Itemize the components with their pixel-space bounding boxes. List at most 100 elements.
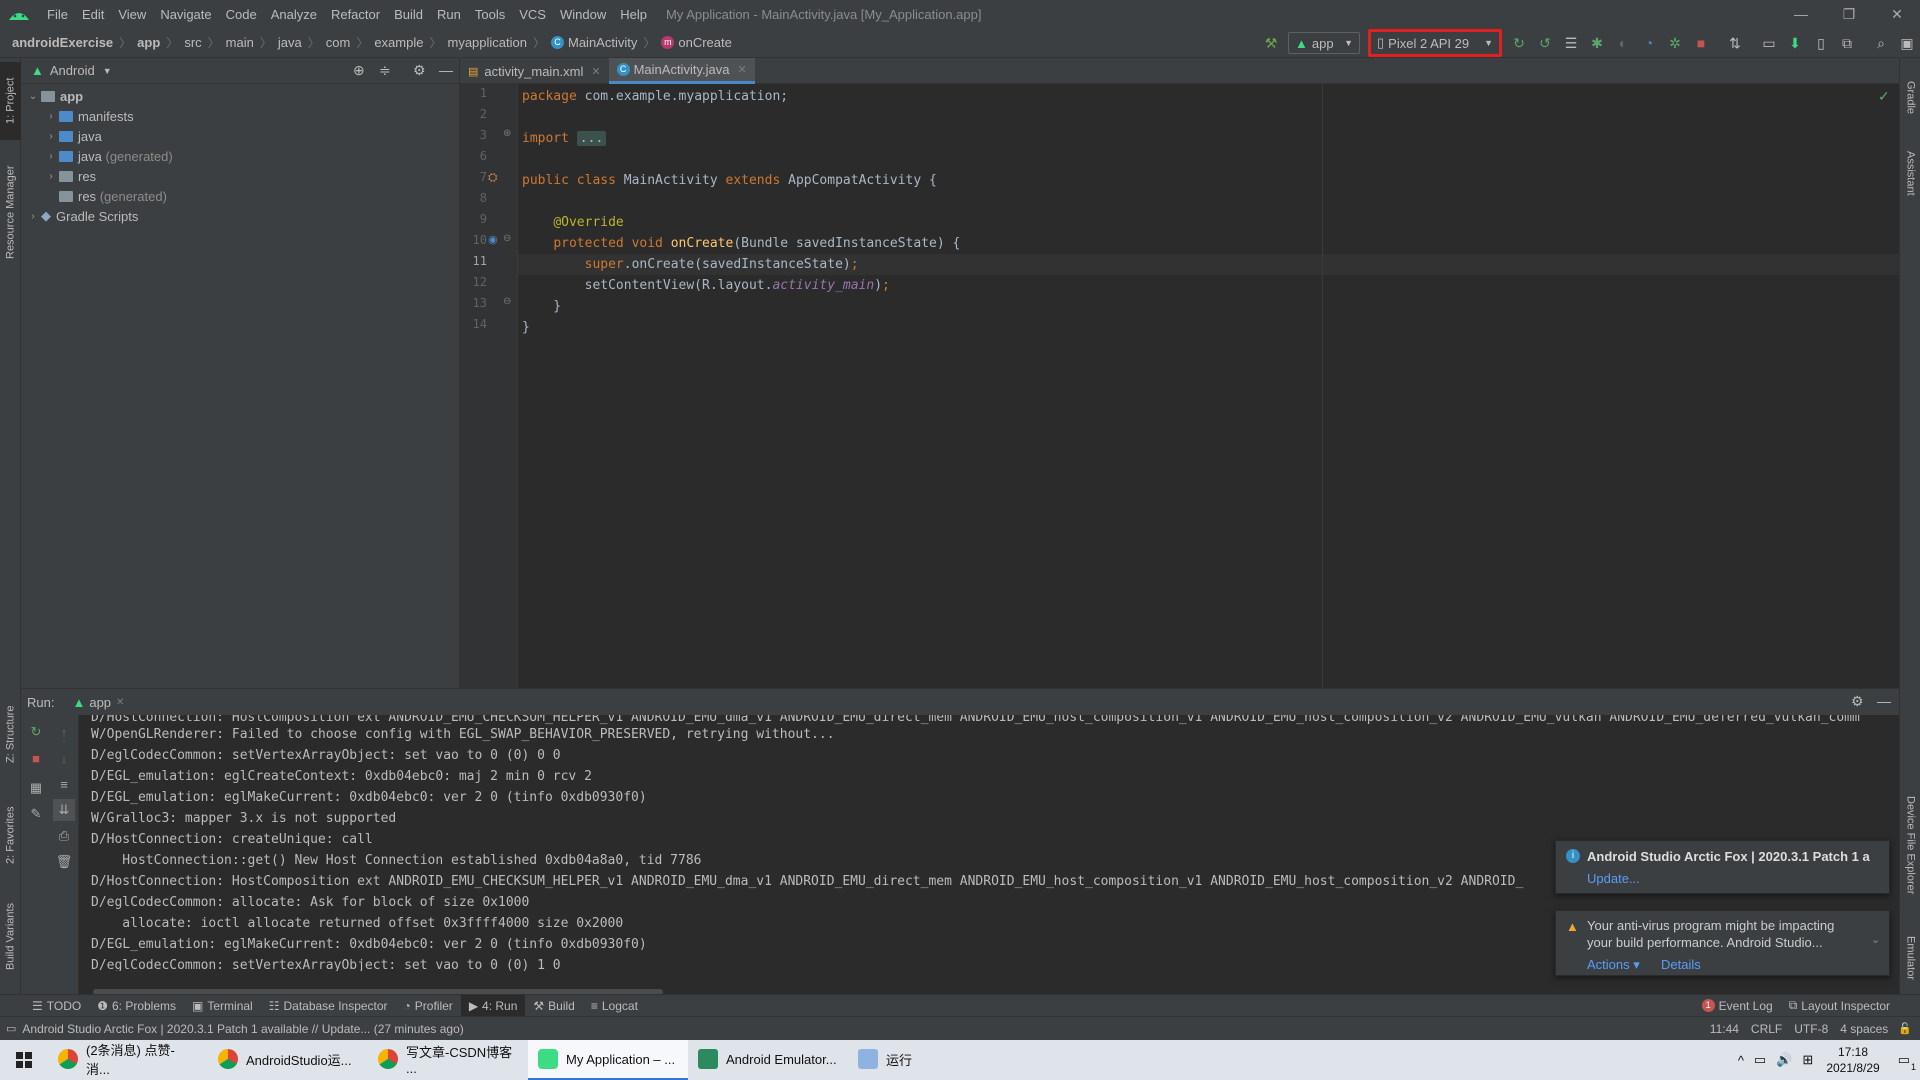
- apply-changes-icon[interactable]: ☰: [1558, 30, 1584, 56]
- taskbar-chrome-1[interactable]: (2条消息) 点赞-消...: [48, 1040, 208, 1080]
- device-selector[interactable]: ▯ Pixel 2 API 29 ▼: [1368, 29, 1502, 57]
- breadcrumb-class[interactable]: C MainActivity: [548, 35, 640, 50]
- tab-terminal[interactable]: ▣ Terminal: [184, 995, 261, 1017]
- ime-icon[interactable]: ⊞: [1797, 1052, 1818, 1068]
- toggle-tool-windows-icon[interactable]: ▭: [6, 1022, 16, 1035]
- android-activity-gutter-icon[interactable]: ⛭: [488, 170, 498, 185]
- tab-mainactivity-java[interactable]: C MainActivity.java ✕: [608, 58, 755, 84]
- taskbar-chrome-2[interactable]: AndroidStudio运...: [208, 1040, 368, 1080]
- menu-run[interactable]: Run: [430, 7, 468, 22]
- apply-code-changes-icon[interactable]: ↺: [1532, 30, 1558, 56]
- fold-icon[interactable]: ⊖: [503, 296, 511, 307]
- breadcrumb-src[interactable]: src: [181, 35, 204, 50]
- tab-run[interactable]: ▶ 4: Run: [460, 994, 526, 1017]
- tab-emulator[interactable]: Emulator: [1900, 918, 1920, 998]
- stop-icon[interactable]: ■: [1688, 30, 1714, 56]
- trash-icon[interactable]: 🗑: [53, 851, 75, 873]
- fold-icon[interactable]: ⊖: [503, 233, 511, 244]
- menu-tools[interactable]: Tools: [468, 7, 512, 22]
- sdk-manager-icon[interactable]: ⬇: [1782, 30, 1808, 56]
- coverage-icon[interactable]: ◐: [1610, 30, 1636, 56]
- rerun-icon[interactable]: ↻: [25, 721, 47, 743]
- locate-icon[interactable]: ⊕: [353, 62, 365, 79]
- tab-favorites[interactable]: 2: Favorites: [0, 793, 21, 878]
- cursor-position[interactable]: 11:44: [1704, 1022, 1745, 1036]
- tree-item-res-generated[interactable]: res (generated): [21, 186, 459, 206]
- menu-help[interactable]: Help: [613, 7, 654, 22]
- tab-profiler[interactable]: ◔ Profiler: [396, 995, 461, 1017]
- minimize-icon[interactable]: —: [1778, 0, 1824, 28]
- taskbar-android-emulator[interactable]: Android Emulator...: [688, 1040, 848, 1080]
- menu-navigate[interactable]: Navigate: [153, 7, 218, 22]
- close-icon[interactable]: ✕: [1874, 0, 1920, 28]
- breadcrumb-method[interactable]: m onCreate: [658, 35, 734, 50]
- pin-icon[interactable]: ✎: [25, 803, 47, 825]
- breadcrumb-package[interactable]: myapplication: [444, 35, 530, 50]
- attach-debugger-icon[interactable]: ✲: [1662, 30, 1688, 56]
- breadcrumb-project[interactable]: androidExercise: [9, 35, 116, 50]
- menu-file[interactable]: File: [40, 7, 75, 22]
- menu-edit[interactable]: Edit: [75, 7, 111, 22]
- taskbar-run-dialog[interactable]: 运行: [848, 1040, 988, 1080]
- chevron-up-icon[interactable]: ^: [1733, 1053, 1749, 1068]
- close-tab-icon[interactable]: ✕: [737, 63, 746, 76]
- layout-inspector-icon[interactable]: ⧉: [1834, 30, 1860, 56]
- windows-start-icon[interactable]: [0, 1040, 48, 1080]
- tab-event-log[interactable]: 1 Event Log: [1694, 995, 1781, 1017]
- details-link[interactable]: Details: [1661, 957, 1701, 972]
- run-config-selector[interactable]: ▲ app ▼: [1288, 32, 1360, 54]
- restore-icon[interactable]: ❐: [1826, 0, 1872, 28]
- code-editor[interactable]: package com.example.myapplication; impor…: [518, 84, 1899, 688]
- avd-manager-icon[interactable]: ▭: [1756, 30, 1782, 56]
- tab-gradle[interactable]: Gradle: [1900, 68, 1920, 128]
- device-manager-icon[interactable]: ▯: [1808, 30, 1834, 56]
- action-center-icon[interactable]: ▭ 1: [1888, 1052, 1920, 1072]
- lock-icon[interactable]: 🔓: [1894, 1022, 1920, 1035]
- gear-icon[interactable]: ⚙: [413, 62, 426, 79]
- tree-item-java-generated[interactable]: › java (generated): [21, 146, 459, 166]
- project-view-selector[interactable]: Android: [50, 63, 95, 78]
- chevron-down-icon[interactable]: ▼: [103, 66, 112, 76]
- apply-changes-restart-icon[interactable]: ↻: [1506, 30, 1532, 56]
- make-project-hammer-icon[interactable]: ⚒: [1258, 30, 1284, 56]
- search-icon[interactable]: ⌕: [1868, 30, 1894, 56]
- profile-icon[interactable]: ◔: [1636, 30, 1662, 56]
- tab-device-file-explorer[interactable]: Device File Explorer: [1900, 778, 1920, 913]
- menu-analyze[interactable]: Analyze: [264, 7, 324, 22]
- up-arrow-icon[interactable]: ↑: [53, 721, 75, 743]
- account-icon[interactable]: ▣: [1894, 30, 1920, 56]
- tab-build[interactable]: ⚒ Build: [525, 995, 582, 1017]
- tree-item-app[interactable]: ⌄ app: [21, 86, 459, 106]
- taskbar-android-studio[interactable]: My Application – ...: [528, 1040, 688, 1080]
- debug-icon[interactable]: ✱: [1584, 30, 1610, 56]
- tab-assistant[interactable]: Assistant: [1900, 138, 1920, 208]
- clock[interactable]: 17:18 2021/8/29: [1818, 1044, 1887, 1076]
- volume-icon[interactable]: 🔊: [1771, 1052, 1797, 1068]
- line-separator[interactable]: CRLF: [1745, 1022, 1788, 1036]
- override-gutter-icon[interactable]: ◉: [488, 233, 498, 246]
- menu-view[interactable]: View: [111, 7, 153, 22]
- indent-setting[interactable]: 4 spaces: [1834, 1022, 1894, 1036]
- close-tab-icon[interactable]: ✕: [116, 697, 124, 708]
- hide-icon[interactable]: —: [1877, 693, 1891, 709]
- menu-refactor[interactable]: Refactor: [324, 7, 387, 22]
- menu-build[interactable]: Build: [387, 7, 430, 22]
- collapse-all-icon[interactable]: ≑: [379, 62, 391, 79]
- breadcrumb-main[interactable]: main: [223, 35, 257, 50]
- tree-item-manifests[interactable]: › manifests: [21, 106, 459, 126]
- tab-activity-main-xml[interactable]: ▤ activity_main.xml ✕: [460, 58, 609, 84]
- menu-vcs[interactable]: VCS: [512, 7, 553, 22]
- actions-link[interactable]: Actions ▾: [1587, 957, 1640, 973]
- tab-problems[interactable]: ❶ 6: Problems: [89, 995, 184, 1017]
- menu-window[interactable]: Window: [553, 7, 613, 22]
- file-encoding[interactable]: UTF-8: [1788, 1022, 1834, 1036]
- soft-wrap-icon[interactable]: ≡: [53, 773, 75, 795]
- tab-project[interactable]: 1: Project: [0, 62, 21, 140]
- breadcrumb-module[interactable]: app: [134, 35, 163, 50]
- hide-icon[interactable]: —: [439, 62, 453, 78]
- breadcrumb-com[interactable]: com: [323, 35, 354, 50]
- scroll-to-end-icon[interactable]: ⇊: [53, 799, 75, 821]
- tree-item-java[interactable]: › java: [21, 126, 459, 146]
- gear-icon[interactable]: ⚙: [1851, 693, 1864, 710]
- tab-logcat[interactable]: ≡ Logcat: [583, 995, 646, 1017]
